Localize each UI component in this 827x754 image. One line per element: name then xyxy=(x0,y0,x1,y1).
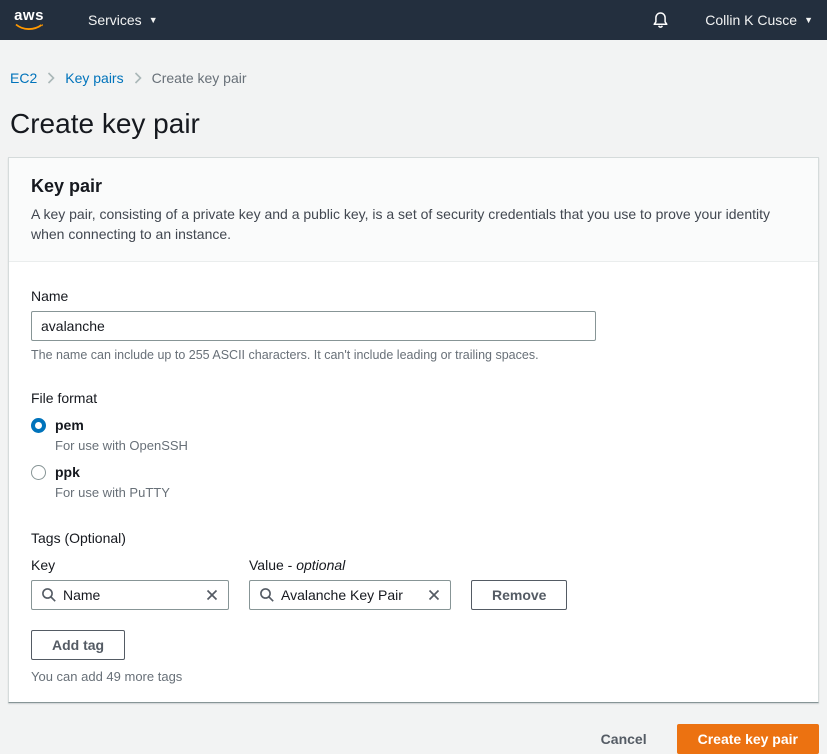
bell-icon xyxy=(652,11,669,29)
services-menu-label: Services xyxy=(88,12,142,28)
breadcrumb-link-ec2[interactable]: EC2 xyxy=(10,70,37,86)
close-icon[interactable] xyxy=(427,588,441,602)
panel-header: Key pair A key pair, consisting of a pri… xyxy=(9,158,818,262)
aws-logo[interactable]: aws xyxy=(14,9,44,32)
tag-value-label-optional: optional xyxy=(296,557,345,573)
panel-body: Name The name can include up to 255 ASCI… xyxy=(9,262,818,702)
file-format-group: File format pem For use with OpenSSH ppk… xyxy=(31,390,798,500)
search-icon xyxy=(41,587,57,603)
radio-pem-label: pem xyxy=(55,417,84,433)
aws-smile-icon xyxy=(14,23,44,32)
panel-title: Key pair xyxy=(31,176,798,197)
user-menu[interactable]: Collin K Cusce ▼ xyxy=(705,12,813,28)
remaining-tags-text: You can add 49 more tags xyxy=(31,669,798,684)
name-field-helper: The name can include up to 255 ASCII cha… xyxy=(31,348,798,362)
radio-unselected-icon[interactable] xyxy=(31,465,46,480)
chevron-down-icon: ▼ xyxy=(804,15,813,25)
tags-section: Tags (Optional) Key xyxy=(31,530,798,684)
aws-logo-text: aws xyxy=(14,9,44,23)
radio-texts: pem For use with OpenSSH xyxy=(55,417,188,453)
tag-key-input-wrapper xyxy=(31,580,229,610)
remove-tag-button[interactable]: Remove xyxy=(471,580,567,610)
notifications-button[interactable] xyxy=(652,11,669,29)
radio-pem-description: For use with OpenSSH xyxy=(55,438,188,453)
tags-section-label: Tags (Optional) xyxy=(31,530,798,546)
breadcrumb-link-key-pairs[interactable]: Key pairs xyxy=(65,70,123,86)
add-tag-button[interactable]: Add tag xyxy=(31,630,125,660)
tag-key-column: Key xyxy=(31,557,229,610)
radio-option-ppk[interactable]: ppk For use with PuTTY xyxy=(31,464,798,500)
footer-actions: Cancel Create key pair xyxy=(8,724,819,754)
breadcrumb-current: Create key pair xyxy=(152,70,247,86)
file-format-label: File format xyxy=(31,390,798,406)
chevron-right-icon xyxy=(47,72,55,84)
name-input[interactable] xyxy=(31,311,596,341)
tag-row: Key xyxy=(31,557,798,610)
top-navbar: aws Services ▼ Collin K Cusce ▼ xyxy=(0,0,827,40)
search-icon xyxy=(259,587,275,603)
breadcrumb: EC2 Key pairs Create key pair xyxy=(10,70,827,86)
page-title: Create key pair xyxy=(10,108,827,140)
tag-value-input[interactable] xyxy=(281,587,421,603)
cancel-button[interactable]: Cancel xyxy=(601,731,647,747)
name-field-group: Name The name can include up to 255 ASCI… xyxy=(31,288,798,362)
name-field-label: Name xyxy=(31,288,798,304)
panel-description: A key pair, consisting of a private key … xyxy=(31,204,793,245)
chevron-right-icon xyxy=(134,72,142,84)
tag-value-input-wrapper xyxy=(249,580,451,610)
radio-texts: ppk For use with PuTTY xyxy=(55,464,170,500)
tag-key-label: Key xyxy=(31,557,229,573)
tag-value-column: Value - optional xyxy=(249,557,451,610)
key-pair-panel: Key pair A key pair, consisting of a pri… xyxy=(8,157,819,703)
tag-key-input[interactable] xyxy=(63,587,199,603)
radio-ppk-label: ppk xyxy=(55,464,80,480)
tag-value-label: Value - optional xyxy=(249,557,451,573)
radio-ppk-description: For use with PuTTY xyxy=(55,485,170,500)
close-icon[interactable] xyxy=(205,588,219,602)
radio-selected-icon[interactable] xyxy=(31,418,46,433)
chevron-down-icon: ▼ xyxy=(149,15,158,25)
create-key-pair-button[interactable]: Create key pair xyxy=(677,724,819,754)
services-menu[interactable]: Services ▼ xyxy=(88,12,158,28)
radio-option-pem[interactable]: pem For use with OpenSSH xyxy=(31,417,798,453)
tag-value-label-prefix: Value - xyxy=(249,557,292,573)
user-menu-label: Collin K Cusce xyxy=(705,12,797,28)
